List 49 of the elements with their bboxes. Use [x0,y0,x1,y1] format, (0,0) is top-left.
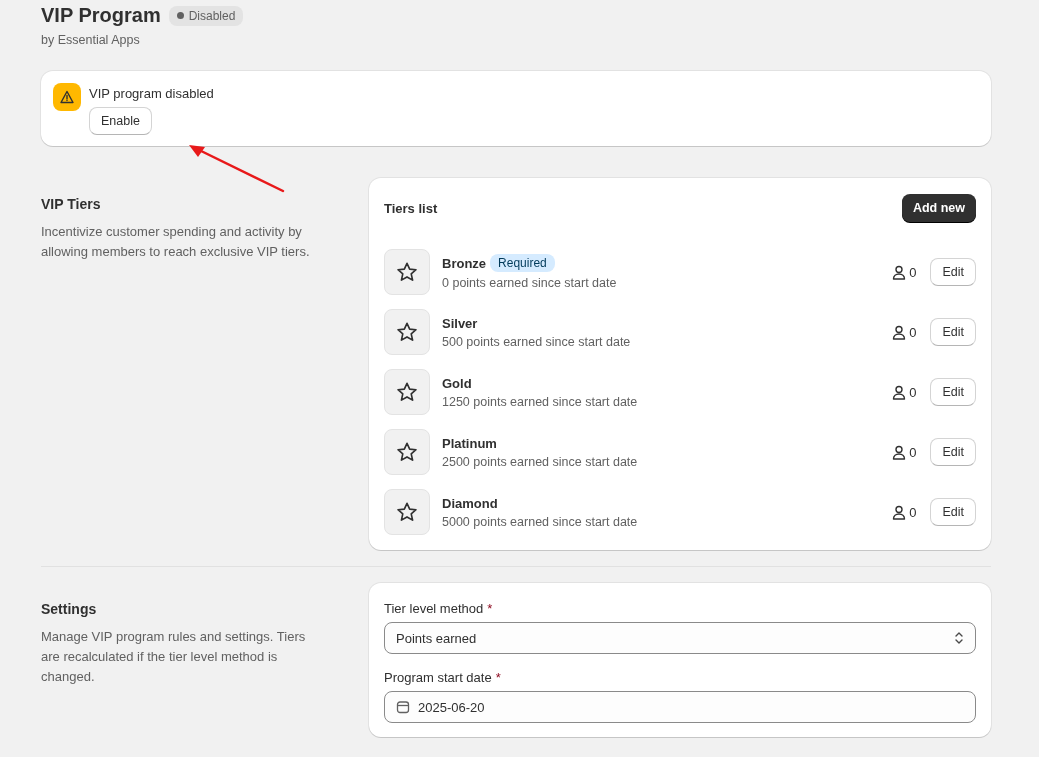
field-label: Tier level method * [384,601,494,616]
section-description: Manage VIP program rules and settings. Tiers are recalculated if the tier level method is changed. [41,628,307,686]
tier-name: Gold [442,375,472,391]
tier-name: Bronze [442,255,487,271]
member-count: 0 [909,384,917,400]
date-field[interactable]: 2025-06-20 [384,691,976,723]
person-icon [892,384,907,400]
star-icon [396,261,418,283]
member-count: 0 [909,264,917,280]
member-count: 0 [909,504,917,520]
star-icon [396,501,418,523]
edit-button[interactable]: Edit [930,438,976,466]
tier-name: Platinum [442,435,497,451]
calendar-icon [396,700,410,714]
person-icon [892,504,907,520]
required-badge: Required [490,254,555,272]
add-new-button[interactable]: Add new [901,194,976,222]
tier-detail: 0 points earned since start date [442,276,618,290]
section-description: Incentivize customer spending and activity by allowing members to reach exclusive VIP tiers. [41,223,311,261]
member-count: 0 [909,324,917,340]
star-icon [396,441,418,463]
person-icon [892,324,907,340]
status-badge: Disabled [168,5,244,26]
tier-detail: 5000 points earned since start date [442,514,639,529]
member-count: 0 [909,444,917,460]
tier-detail: 500 points earned since start date [442,334,632,349]
edit-button[interactable]: Edit [930,498,976,526]
banner-message: VIP program disabled [89,86,214,101]
chevron-updown-icon [954,631,964,645]
select-field[interactable]: Points earned [384,622,976,654]
tier-name: Silver [442,315,478,331]
star-icon [396,381,418,403]
section-title: Settings [41,601,98,617]
tier-name: Diamond [442,495,498,511]
app-byline: by Essential Apps [41,33,141,47]
tier-detail: 2500 points earned since start date [442,454,639,469]
section-title: VIP Tiers [41,196,102,212]
tier-detail: 1250 points earned since start date [442,394,639,409]
edit-button[interactable]: Edit [930,318,976,346]
warning-icon [53,83,81,111]
person-icon [892,264,907,280]
card-title: Tiers list [384,200,438,216]
edit-button[interactable]: Edit [930,258,976,286]
page-title: VIP Program [41,4,161,27]
enable-button[interactable]: Enable [89,107,152,135]
field-label: Program start date * [384,670,502,685]
star-icon [396,321,418,343]
edit-button[interactable]: Edit [930,378,976,406]
person-icon [892,444,907,460]
